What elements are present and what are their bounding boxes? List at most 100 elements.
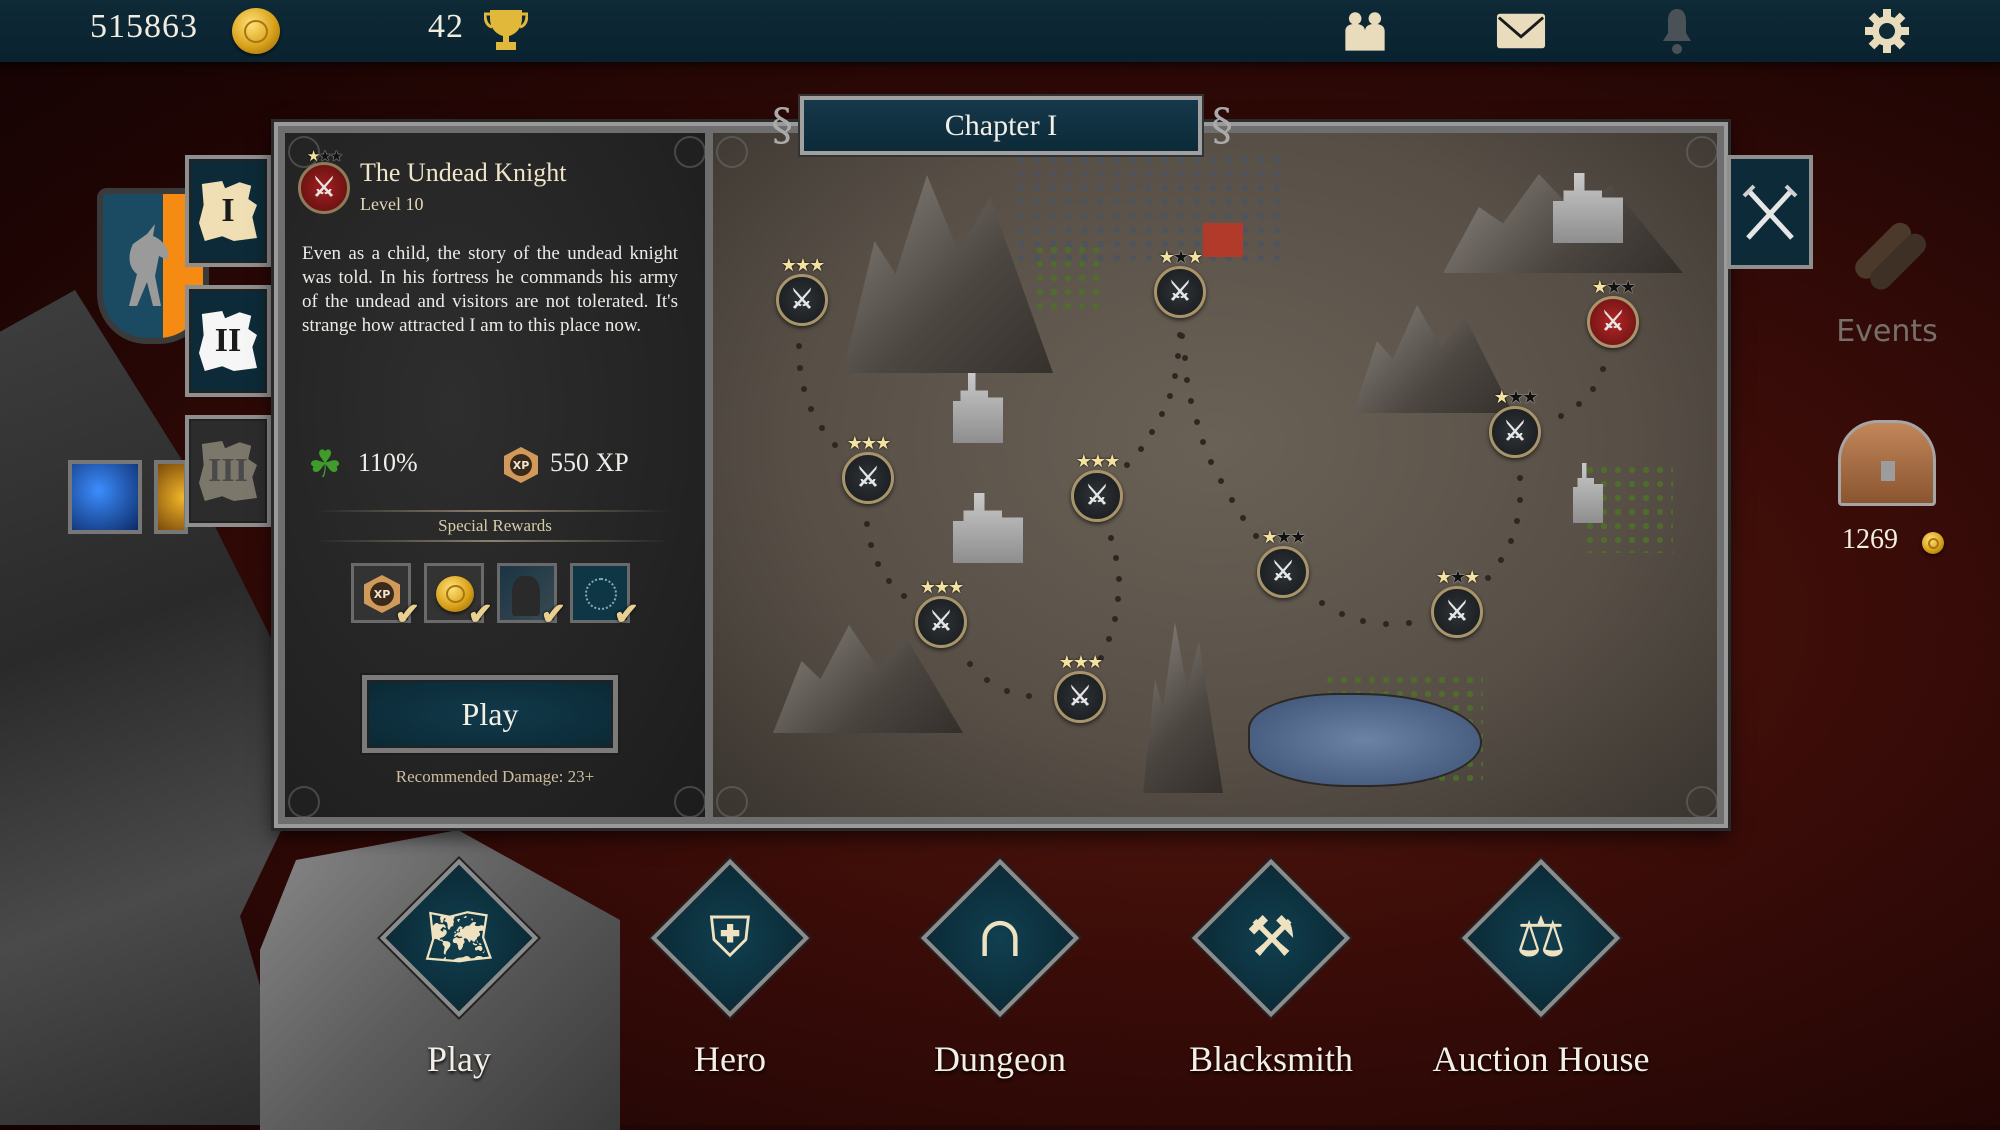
chapter-tab-1[interactable]: I — [185, 155, 271, 267]
star-empty-icon: ★ — [1449, 567, 1466, 588]
ornament-corner — [288, 786, 320, 818]
star-filled-icon: ★ — [1158, 247, 1175, 268]
level-number: Level 10 — [360, 194, 424, 214]
star-filled-icon: ★ — [875, 433, 891, 454]
star-filled-icon: ★ — [809, 255, 825, 276]
star-filled-icon: ★ — [1089, 451, 1106, 472]
events-scroll-icon[interactable] — [1842, 215, 1930, 295]
reward-gold[interactable]: ✔ — [424, 563, 493, 632]
map-level-node-selected[interactable]: ⚔ ★★★ — [1587, 277, 1639, 348]
map-level-node[interactable]: ⚔ ★★★ — [776, 255, 828, 326]
ornament-corner — [674, 786, 706, 818]
crossed-swords-icon: ⚔ — [856, 463, 880, 493]
star-filled-icon: ★ — [1075, 451, 1092, 472]
ornament-scroll-right: § — [1211, 100, 1233, 151]
map-level-node[interactable]: ⚔ ★★★ — [1431, 567, 1483, 638]
trophy-count: 42 — [428, 8, 464, 45]
mail-icon[interactable] — [1496, 8, 1546, 54]
star-filled-icon: ★ — [1087, 652, 1103, 673]
star-empty-icon: ★ — [1172, 247, 1189, 268]
nav-dungeon[interactable]: ∩ Dungeon — [907, 858, 1087, 1120]
reward-rune[interactable]: ✔ — [570, 563, 639, 632]
node-stars: ★★★ — [780, 255, 825, 276]
star-filled-icon: ★ — [1591, 277, 1608, 298]
chapter-tab-3-locked[interactable]: III — [185, 415, 271, 527]
star-filled-icon: ★ — [794, 255, 811, 276]
star-empty-icon: ★ — [1605, 277, 1622, 298]
star-filled-icon: ★ — [780, 255, 797, 276]
anvil-icon: ⚒ — [1245, 905, 1297, 970]
map-level-node[interactable]: ⚔ ★★★ — [1257, 527, 1309, 598]
skill-ice-arrow-icon[interactable] — [68, 460, 142, 534]
treasure-chest-icon[interactable] — [1838, 420, 1936, 506]
node-stars: ★★★ — [1435, 567, 1480, 588]
star-filled-icon: ★ — [933, 577, 950, 598]
crossed-swords-icon: ⚔ — [1271, 557, 1295, 587]
map-level-node[interactable]: ⚔ ★★★ — [915, 577, 967, 648]
notifications-bell-icon[interactable] — [1652, 8, 1702, 54]
level-title: The Undead Knight — [360, 158, 567, 187]
ornament-corner — [716, 136, 748, 168]
checkmark-icon: ✔ — [467, 597, 493, 632]
friends-icon[interactable] — [1340, 8, 1390, 54]
crossed-swords-icon: ⚔ — [1601, 307, 1625, 337]
map-level-node[interactable]: ⚔ ★★★ — [1154, 247, 1206, 318]
star-empty-icon: ★ — [1522, 387, 1538, 408]
special-rewards-label: Special Rewards — [438, 516, 552, 535]
star-filled-icon: ★ — [1493, 387, 1510, 408]
node-stars: ★★★ — [1591, 277, 1636, 298]
reward-character[interactable]: ✔ — [497, 563, 566, 632]
crossed-swords-icon: ⚔ — [312, 173, 336, 203]
nav-label: Dungeon — [934, 1039, 1066, 1079]
map-level-node[interactable]: ⚔ ★★★ — [842, 433, 894, 504]
crossed-swords-icon: ⚔ — [1168, 277, 1192, 307]
ornament-scroll-left: § — [771, 100, 793, 151]
star-filled-icon: ★ — [1058, 652, 1075, 673]
star-filled-icon: ★ — [860, 433, 877, 454]
crossed-swords-icon: ⚔ — [1068, 682, 1092, 712]
divider — [315, 510, 670, 512]
node-stars: ★★★ — [846, 433, 891, 454]
ornament-corner — [1686, 136, 1718, 168]
nav-blacksmith[interactable]: ⚒ Blacksmith — [1178, 858, 1358, 1120]
ornament-corner — [674, 136, 706, 168]
pvp-crossed-swords-tab[interactable] — [1727, 155, 1813, 269]
checkmark-icon: ✔ — [540, 597, 566, 632]
map-level-node[interactable]: ⚔ ★★★ — [1489, 387, 1541, 458]
star-filled-icon: ★ — [1104, 451, 1120, 472]
nav-auction-house[interactable]: ⚖ Auction House — [1433, 858, 1649, 1120]
nav-play[interactable]: 🗺 Play — [366, 858, 546, 1120]
star-empty-icon: ★ — [1275, 527, 1292, 548]
map-level-node[interactable]: ⚔ ★★★ — [1054, 652, 1106, 723]
star-empty-icon: ★ — [1620, 277, 1636, 298]
star-filled-icon: ★ — [1464, 567, 1480, 588]
star-filled-icon: ★ — [846, 433, 863, 454]
events-label[interactable]: Events — [1820, 314, 1954, 349]
settings-gear-icon[interactable] — [1862, 8, 1912, 54]
armor-icon: ⛨ — [709, 905, 751, 970]
level-description: Even as a child, the story of the undead… — [302, 243, 678, 336]
skill-sun-icon[interactable] — [154, 460, 188, 534]
chest-cost: 1269 — [1842, 524, 1898, 555]
node-stars: ★★★ — [1158, 247, 1203, 268]
star-empty-icon: ★ — [1507, 387, 1524, 408]
star-filled-icon: ★ — [948, 577, 964, 598]
star-filled-icon: ★ — [1187, 247, 1203, 268]
crossed-swords-icon — [1742, 184, 1798, 240]
gold-count: 515863 — [90, 8, 198, 45]
treasure-map-icon: 🗺 — [423, 905, 495, 970]
node-stars: ★★★ — [920, 577, 964, 598]
archway-icon: ∩ — [976, 905, 1024, 970]
top-bar: 515863 42 — [0, 0, 2000, 62]
nav-hero[interactable]: ⛨ Hero — [637, 858, 817, 1120]
unicorn-icon — [129, 224, 169, 306]
nav-label: Hero — [694, 1039, 766, 1079]
checkmark-icon: ✔ — [613, 597, 639, 632]
star-filled-icon: ★ — [1435, 567, 1452, 588]
chapter-tab-2[interactable]: II — [185, 285, 271, 397]
map-level-node[interactable]: ⚔ ★★★ — [1071, 451, 1123, 522]
play-level-button[interactable]: Play — [362, 675, 618, 753]
rune-circle-icon — [585, 578, 617, 610]
node-stars: ★★★ — [1262, 527, 1306, 548]
reward-xp[interactable]: XP ✔ — [351, 563, 420, 632]
